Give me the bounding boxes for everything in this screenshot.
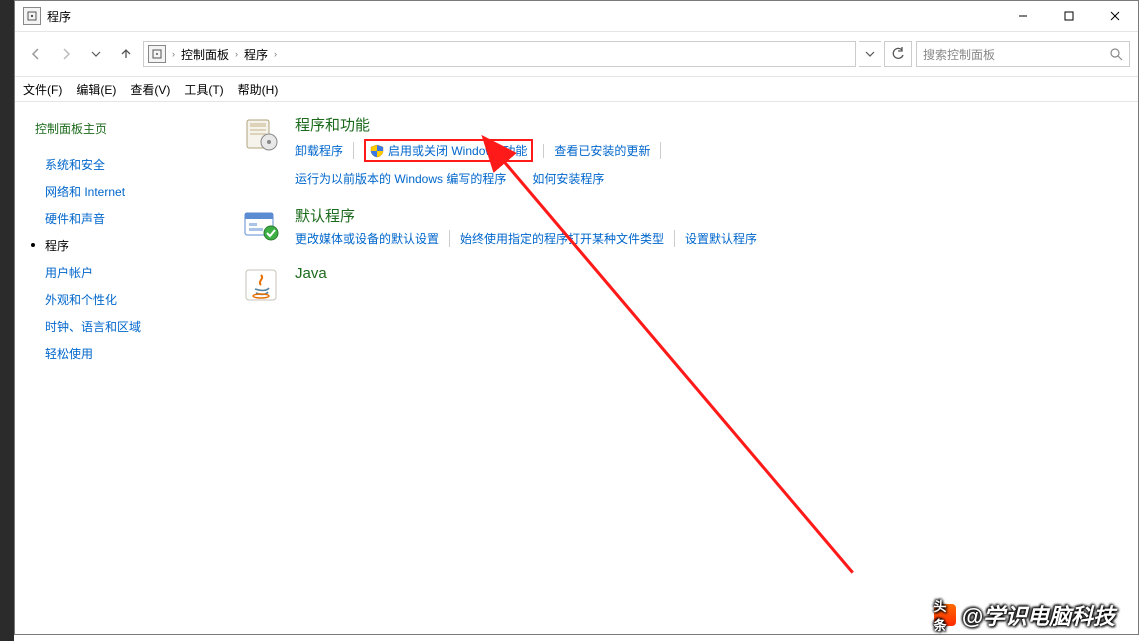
separator: [543, 144, 544, 158]
close-icon: [1110, 11, 1120, 21]
sidebar-item-users[interactable]: 用户帐户: [23, 259, 213, 286]
default-programs-heading[interactable]: 默认程序: [295, 205, 767, 226]
maximize-icon: [1064, 11, 1074, 21]
programs-features-icon: [241, 114, 281, 154]
search-icon: [1110, 48, 1123, 61]
group-programs-features: 程序和功能 卸载程序 启用或关闭 Windows 功能 查看已安装的更新 运行为: [241, 114, 1118, 187]
control-panel-icon: [148, 45, 166, 63]
java-heading[interactable]: Java: [295, 265, 327, 282]
sidebar-home-link[interactable]: 控制面板主页: [35, 120, 213, 137]
search-input[interactable]: 搜索控制面板: [916, 41, 1130, 67]
task-filetype-defaults[interactable]: 始终使用指定的程序打开某种文件类型: [460, 230, 675, 247]
menubar: 文件(F) 编辑(E) 查看(V) 工具(T) 帮助(H): [15, 77, 1138, 102]
crumb-root[interactable]: 控制面板: [181, 46, 229, 63]
programs-features-heading[interactable]: 程序和功能: [295, 114, 991, 135]
address-bar-row: › 控制面板 › 程序 › 搜索控制面板: [15, 32, 1138, 77]
window-title: 程序: [47, 8, 71, 25]
content-area: 程序和功能 卸载程序 启用或关闭 Windows 功能 查看已安装的更新 运行为: [221, 102, 1138, 634]
task-media-defaults[interactable]: 更改媒体或设备的默认设置: [295, 230, 450, 247]
sidebar-item-programs[interactable]: 程序: [23, 232, 213, 259]
group-default-programs: 默认程序 更改媒体或设备的默认设置 始终使用指定的程序打开某种文件类型 设置默认…: [241, 205, 1118, 247]
refresh-icon: [891, 47, 905, 61]
sidebar-item-system[interactable]: 系统和安全: [23, 151, 213, 178]
chevron-down-icon: [91, 49, 101, 59]
task-windows-features[interactable]: 启用或关闭 Windows 功能: [388, 142, 527, 159]
watermark-badge: 头条: [934, 604, 956, 626]
refresh-button[interactable]: [884, 41, 912, 67]
up-button[interactable]: [113, 41, 139, 67]
sidebar-item-hardware[interactable]: 硬件和声音: [23, 205, 213, 232]
menu-edit[interactable]: 编辑(E): [76, 81, 116, 98]
menu-help[interactable]: 帮助(H): [238, 81, 279, 98]
recent-dropdown[interactable]: [83, 41, 109, 67]
sidebar-item-clock[interactable]: 时钟、语言和区域: [23, 313, 213, 340]
group-java: Java: [241, 265, 1118, 305]
back-arrow-icon: [29, 47, 43, 61]
highlight-windows-features: 启用或关闭 Windows 功能: [364, 139, 533, 162]
menu-tools[interactable]: 工具(T): [184, 81, 223, 98]
window-icon: [23, 7, 41, 25]
minimize-icon: [1018, 11, 1028, 21]
minimize-button[interactable]: [1000, 1, 1046, 31]
forward-arrow-icon: [59, 47, 73, 61]
address-dropdown[interactable]: [859, 41, 881, 67]
sidebar-item-appearance[interactable]: 外观和个性化: [23, 286, 213, 313]
body: 控制面板主页 系统和安全 网络和 Internet 硬件和声音 程序 用户帐户 …: [15, 102, 1138, 634]
task-uninstall[interactable]: 卸载程序: [295, 142, 354, 159]
crumb-sep-icon: ›: [235, 49, 238, 59]
task-view-updates[interactable]: 查看已安装的更新: [554, 142, 661, 159]
crumb-sep-icon: ›: [274, 49, 277, 59]
search-placeholder: 搜索控制面板: [923, 46, 995, 63]
titlebar: 程序: [15, 1, 1138, 32]
default-programs-icon: [241, 205, 281, 245]
crumb-current[interactable]: 程序: [244, 46, 268, 63]
crumb-sep-icon: ›: [172, 49, 175, 59]
sidebar-item-ease[interactable]: 轻松使用: [23, 340, 213, 367]
close-button[interactable]: [1092, 1, 1138, 31]
java-icon: [241, 265, 281, 305]
background-window-stub: [0, 0, 14, 641]
back-button[interactable]: [23, 41, 49, 67]
uac-shield-icon: [370, 144, 384, 158]
control-panel-window: 程序 › 控制面板 › 程序: [14, 0, 1139, 635]
forward-button[interactable]: [53, 41, 79, 67]
task-compat[interactable]: 运行为以前版本的 Windows 编写的程序: [295, 170, 516, 187]
sidebar-category-list: 系统和安全 网络和 Internet 硬件和声音 程序 用户帐户 外观和个性化 …: [23, 151, 213, 367]
menu-file[interactable]: 文件(F): [23, 81, 62, 98]
task-howto-install[interactable]: 如何安装程序: [532, 170, 614, 187]
chevron-down-icon: [865, 49, 875, 59]
watermark: 头条 @学识电脑科技: [934, 599, 1115, 631]
menu-view[interactable]: 查看(V): [130, 81, 170, 98]
address-breadcrumb[interactable]: › 控制面板 › 程序 ›: [143, 41, 856, 67]
sidebar-item-network[interactable]: 网络和 Internet: [23, 178, 213, 205]
sidebar: 控制面板主页 系统和安全 网络和 Internet 硬件和声音 程序 用户帐户 …: [15, 102, 221, 634]
up-arrow-icon: [119, 47, 133, 61]
task-set-default[interactable]: 设置默认程序: [685, 230, 767, 247]
maximize-button[interactable]: [1046, 1, 1092, 31]
watermark-text: @学识电脑科技: [962, 599, 1115, 631]
